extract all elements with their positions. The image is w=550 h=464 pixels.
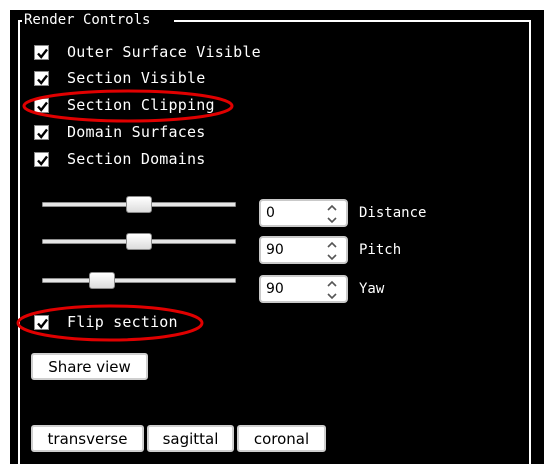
fieldset-border-top-right	[174, 20, 531, 22]
yaw-spinbox[interactable]: 90	[259, 275, 348, 303]
checkbox-label: Domain Surfaces	[67, 123, 206, 141]
check-icon	[37, 155, 48, 166]
checkbox-domain-surfaces[interactable]	[34, 124, 49, 140]
check-icon	[37, 318, 48, 329]
slider-handle[interactable]	[126, 233, 152, 250]
checkbox-label: Flip section	[67, 313, 178, 331]
slider-handle[interactable]	[89, 272, 115, 289]
transverse-button[interactable]: transverse	[31, 425, 144, 452]
fieldset-border-right	[529, 20, 531, 464]
checkbox-section-domains[interactable]	[34, 151, 49, 167]
coronal-button[interactable]: coronal	[237, 425, 326, 452]
yaw-label: Yaw	[359, 281, 385, 297]
checkbox-row-outer-surface[interactable]: Outer Surface Visible	[34, 41, 261, 63]
fieldset-legend: Render Controls	[22, 10, 153, 30]
checkbox-label: Section Clipping	[67, 96, 215, 114]
spin-arrows-icon[interactable]	[326, 279, 338, 301]
checkbox-section-clipping[interactable]	[34, 97, 49, 113]
spinbox-value: 90	[266, 281, 284, 297]
slider-track	[42, 278, 236, 283]
check-icon	[37, 48, 48, 59]
check-icon	[37, 74, 48, 85]
distance-slider[interactable]	[42, 195, 236, 215]
checkbox-outer-surface[interactable]	[34, 44, 49, 60]
checkbox-row-section-visible[interactable]: Section Visible	[34, 67, 205, 89]
fieldset-border-left	[18, 20, 20, 464]
checkbox-label: Section Domains	[67, 150, 206, 168]
distance-spinbox[interactable]: 0	[259, 199, 348, 227]
check-icon	[37, 101, 48, 112]
share-view-button[interactable]: Share view	[31, 353, 148, 380]
checkbox-label: Outer Surface Visible	[67, 43, 261, 61]
yaw-slider[interactable]	[42, 271, 236, 291]
checkbox-row-domain-surfaces[interactable]: Domain Surfaces	[34, 121, 205, 143]
checkbox-flip-section[interactable]	[34, 314, 49, 330]
spinbox-value: 0	[266, 205, 275, 221]
spin-arrows-icon[interactable]	[326, 203, 338, 225]
pitch-label: Pitch	[359, 242, 402, 258]
spinbox-value: 90	[266, 242, 284, 258]
checkbox-row-section-domains[interactable]: Section Domains	[34, 148, 205, 170]
pitch-spinbox[interactable]: 90	[259, 236, 348, 264]
checkbox-label: Section Visible	[67, 69, 206, 87]
spin-arrows-icon[interactable]	[326, 240, 338, 262]
checkbox-row-flip-section[interactable]: Flip section	[34, 311, 178, 333]
checkbox-section-visible[interactable]	[34, 70, 49, 86]
pitch-slider[interactable]	[42, 232, 236, 252]
distance-label: Distance	[359, 205, 427, 221]
check-icon	[37, 128, 48, 139]
sagittal-button[interactable]: sagittal	[147, 425, 234, 452]
checkbox-row-section-clipping[interactable]: Section Clipping	[34, 94, 215, 116]
slider-handle[interactable]	[126, 196, 152, 213]
